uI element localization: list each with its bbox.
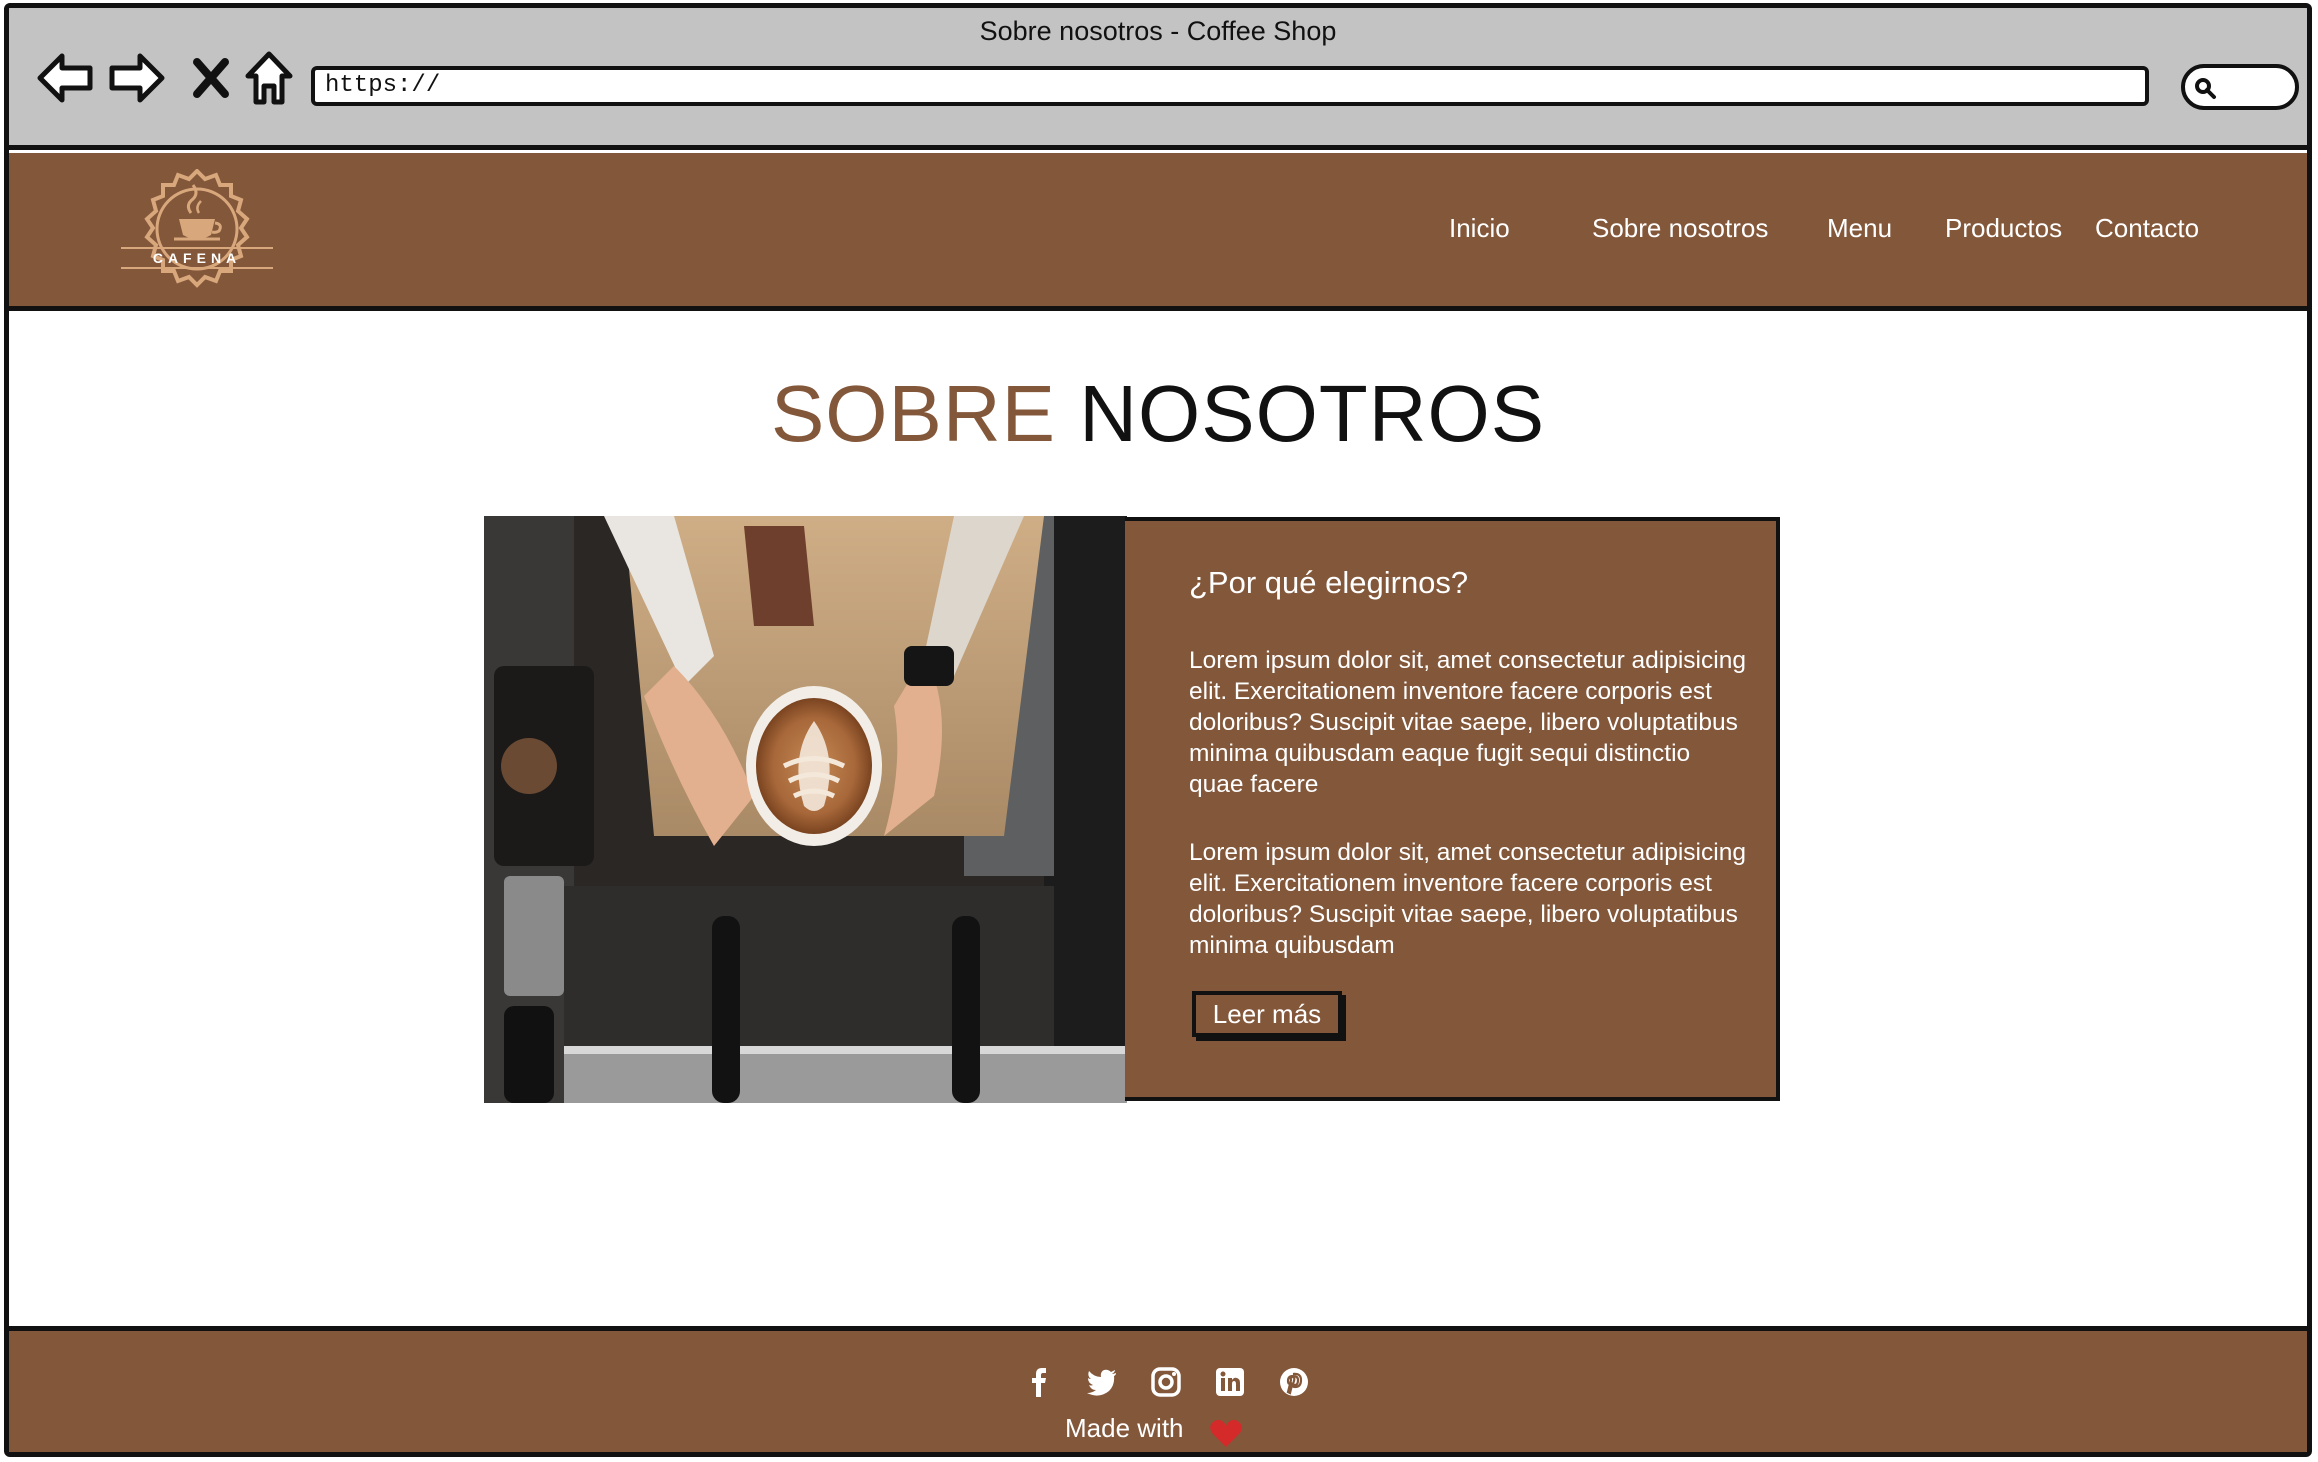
window-title: Sobre nosotros - Coffee Shop	[979, 16, 1337, 46]
heart-icon	[1209, 1417, 1243, 1452]
instagram-icon[interactable]	[1149, 1365, 1183, 1399]
site-header: CAFENA Inicio Sobre nosotros Menu Produc…	[9, 153, 2307, 311]
browser-window: Sobre nosotros - Coffee Shop https:// CA…	[4, 3, 2312, 1457]
browser-search-field[interactable]	[2181, 64, 2299, 110]
card-paragraph-2: Lorem ipsum dolor sit, amet consectetur …	[1189, 839, 1746, 959]
twitter-icon[interactable]	[1085, 1365, 1119, 1399]
browser-toolbar: Sobre nosotros - Coffee Shop https://	[9, 8, 2307, 150]
url-input[interactable]: https://	[311, 66, 2149, 106]
back-arrow-icon[interactable]	[35, 48, 95, 108]
made-with-text: Made with	[1065, 1413, 1184, 1443]
pinterest-icon[interactable]	[1277, 1365, 1311, 1399]
card-heading: ¿Por qué elegirnos?	[1189, 565, 1469, 600]
linkedin-icon[interactable]	[1213, 1365, 1247, 1399]
logo-text: CAFENA	[153, 250, 241, 266]
barista-latte-photo	[484, 516, 1127, 1103]
nav-item-contacto[interactable]: Contacto	[2095, 213, 2199, 244]
card-paragraph-1: Lorem ipsum dolor sit, amet consectetur …	[1189, 647, 1746, 798]
page-title-part1: SOBRE	[770, 369, 1057, 458]
home-icon[interactable]	[239, 48, 299, 108]
about-card: ¿Por qué elegirnos? Lorem ipsum dolor si…	[1125, 517, 1780, 1101]
page-title-part2: NOSOTROS	[1079, 369, 1546, 458]
read-more-button[interactable]: Leer más	[1192, 991, 1342, 1037]
nav-item-productos[interactable]: Productos	[1945, 213, 2062, 244]
facebook-icon[interactable]	[1022, 1365, 1056, 1399]
nav-item-sobre-nosotros[interactable]: Sobre nosotros	[1592, 213, 1768, 244]
close-icon[interactable]	[181, 48, 241, 108]
nav-item-inicio[interactable]: Inicio	[1449, 213, 1510, 244]
search-icon	[2195, 78, 2216, 99]
page-title: SOBRE NOSOTROS	[9, 368, 2307, 460]
nav-item-menu[interactable]: Menu	[1827, 213, 1892, 244]
site-footer: Made with	[9, 1326, 2307, 1452]
cafena-logo[interactable]: CAFENA	[119, 168, 275, 303]
forward-arrow-icon[interactable]	[107, 48, 167, 108]
